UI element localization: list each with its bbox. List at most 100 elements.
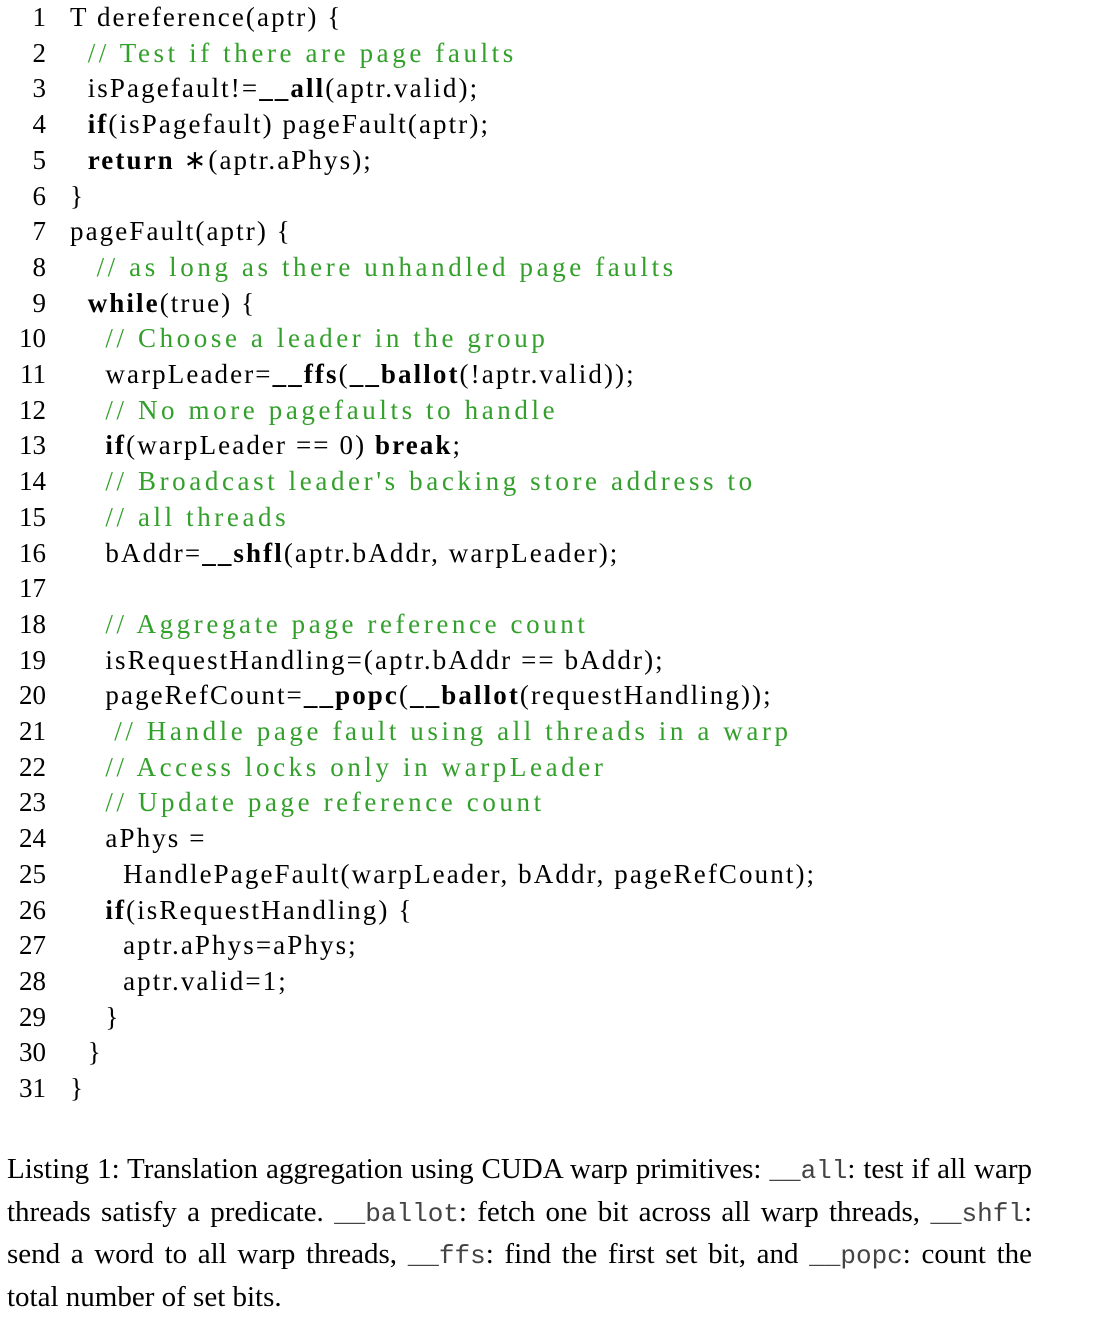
caption-term-all: __all: [769, 1156, 848, 1186]
code-comment: // Aggregate page reference count: [105, 608, 589, 639]
line-code: // Handle page fault using all threads i…: [70, 714, 792, 750]
code-text: (isRequestHandling) {: [126, 894, 414, 925]
line-number: 12: [19, 394, 46, 425]
caption-term-ballot: __ballot: [334, 1198, 459, 1229]
code-keyword: if: [105, 894, 127, 925]
code-text: aptr.valid=1;: [70, 965, 288, 996]
code-text: pageFault(aptr) {: [70, 216, 292, 247]
line-code: aPhys =: [70, 821, 207, 857]
code-text: (: [338, 359, 350, 389]
code-line: 28 aptr.valid=1;: [0, 964, 1096, 1000]
code-keyword: __ballot: [410, 680, 520, 711]
code-line: 12 // No more pagefaults to handle: [0, 393, 1096, 429]
code-line: 22 // Access locks only in warpLeader: [0, 750, 1096, 786]
code-line: 5 return ∗(aptr.aPhys);: [0, 143, 1096, 179]
line-code: isPagefault!=__all(aptr.valid);: [70, 71, 479, 107]
code-line: 6}: [0, 179, 1096, 215]
line-number: 6: [32, 180, 47, 211]
line-code: // Choose a leader in the group: [70, 321, 548, 357]
code-comment: // Broadcast leader's backing store addr…: [105, 466, 756, 497]
line-number: 25: [19, 858, 46, 889]
line-number: 3: [32, 73, 47, 104]
code-text: }: [70, 1073, 86, 1103]
code-line: 21 // Handle page fault using all thread…: [0, 714, 1096, 750]
code-text: (true) {: [159, 287, 257, 318]
code-keyword: if: [105, 430, 127, 461]
line-code: if(warpLeader == 0) break;: [70, 428, 462, 464]
code-comment: // Handle page fault using all threads i…: [114, 716, 792, 746]
code-line: 11 warpLeader=__ffs(__ballot(!aptr.valid…: [0, 357, 1096, 393]
code-line: 20 pageRefCount=__popc(__ballot(requestH…: [0, 678, 1096, 714]
code-text: warpLeader=: [70, 359, 273, 389]
line-number: 17: [19, 573, 46, 604]
code-line: 31}: [0, 1071, 1096, 1107]
code-line: 24 aPhys =: [0, 821, 1096, 857]
caption-term-popc: __popc: [809, 1241, 903, 1271]
code-text: pageRefCount=: [70, 680, 304, 711]
line-code: warpLeader=__ffs(__ballot(!aptr.valid));: [70, 357, 636, 393]
line-number: 13: [19, 430, 46, 461]
line-number: 2: [32, 37, 47, 68]
line-code: if(isRequestHandling) {: [70, 893, 413, 929]
code-line: 3 isPagefault!=__all(aptr.valid);: [0, 71, 1096, 107]
code-line: 19 isRequestHandling=(aptr.bAddr == bAdd…: [0, 643, 1096, 679]
code-keyword: __ballot: [349, 359, 460, 389]
code-listing: 1 T dereference(aptr) { 2 // Test if there…: [0, 0, 1096, 1120]
code-text: (warpLeader == 0): [126, 430, 376, 461]
line-code: bAddr=__shfl(aptr.bAddr, warpLeader);: [70, 536, 619, 572]
code-comment: // all threads: [105, 501, 290, 532]
line-number: 27: [19, 930, 46, 961]
line-code: aptr.aPhys=aPhys;: [70, 928, 358, 964]
caption-desc-ballot: : fetch one bit across all warp threads,: [458, 1195, 931, 1228]
line-number: 11: [20, 359, 46, 389]
line-number: 26: [19, 894, 46, 925]
line-code: // all threads: [70, 500, 289, 536]
line-code: // Access locks only in warpLeader: [70, 750, 606, 786]
code-line: 10 // Choose a leader in the group: [0, 321, 1096, 357]
code-line: 18 // Aggregate page reference count: [0, 607, 1096, 643]
code-keyword: break: [375, 430, 453, 461]
code-text: ;: [452, 430, 463, 461]
code-text: aptr.aPhys=aPhys;: [70, 930, 358, 961]
caption-desc-ffs: : find the first set bit, and: [485, 1238, 810, 1270]
code-text: }: [70, 180, 86, 211]
line-number: 24: [19, 823, 46, 854]
line-code: if(isPagefault) pageFault(aptr);: [70, 107, 490, 143]
code-text: (!aptr.valid));: [459, 359, 636, 389]
code-line: 1 T dereference(aptr) {: [0, 0, 1096, 36]
line-number: 23: [19, 787, 46, 818]
line-code: // No more pagefaults to handle: [70, 393, 558, 429]
code-keyword: while: [87, 287, 160, 318]
code-text: ∗(aptr.aPhys);: [174, 144, 373, 175]
line-code: T dereference(aptr) {: [70, 0, 342, 36]
code-comment: // Test if there are page faults: [87, 37, 517, 68]
line-number: 10: [19, 323, 46, 354]
code-text: (aptr.bAddr, warpLeader);: [283, 537, 620, 568]
code-text: }: [70, 1001, 121, 1032]
line-number: 21: [19, 716, 46, 746]
caption-term-ffs: __ffs: [407, 1241, 486, 1271]
listing-caption: Listing 1: Translation aggregation using…: [7, 1149, 1032, 1317]
code-line: 14 // Broadcast leader's backing store a…: [0, 464, 1096, 500]
line-code: // Aggregate page reference count: [70, 607, 589, 643]
line-code: // as long as there unhandled page fault…: [70, 250, 677, 286]
line-code: // Broadcast leader's backing store addr…: [70, 464, 756, 500]
line-number: 1: [32, 2, 47, 32]
line-code: while(true) {: [70, 286, 256, 322]
code-keyword: __shfl: [202, 537, 284, 568]
line-code: pageFault(aptr) {: [70, 214, 292, 250]
line-number: 15: [19, 501, 46, 532]
